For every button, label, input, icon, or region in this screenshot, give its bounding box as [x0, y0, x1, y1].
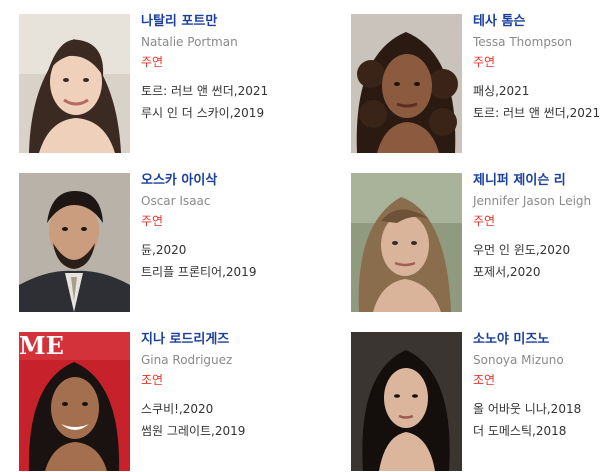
cast-card: ME 지나 로드리게즈 Gina Rodriguez 조연 스쿠비!,2020 … — [19, 332, 309, 472]
actor-photo-image — [351, 332, 462, 471]
actor-name-english: Oscar Isaac — [141, 194, 211, 208]
actor-name-english: Tessa Thompson — [473, 35, 573, 49]
actor-name-korean[interactable]: 지나 로드리게즈 — [141, 332, 229, 348]
actor-photo-image — [351, 173, 462, 312]
actor-photo[interactable] — [19, 173, 130, 312]
filmography-item[interactable]: 토르: 러브 앤 썬더,2021 — [141, 84, 268, 98]
actor-name-korean[interactable]: 나탈리 포트만 — [141, 14, 217, 30]
actor-role: 조연 — [141, 373, 164, 387]
filmography-item[interactable]: 트리플 프론티어,2019 — [141, 265, 256, 279]
actor-name-english: Gina Rodriguez — [141, 353, 233, 367]
actor-name-korean[interactable]: 테사 톰슨 — [473, 14, 525, 30]
filmography-item[interactable]: 토르: 러브 앤 썬더,2021 — [473, 106, 600, 120]
actor-photo[interactable] — [351, 173, 462, 312]
filmography-item[interactable]: 듄,2020 — [141, 243, 186, 257]
actor-name-korean[interactable]: 제니퍼 제이슨 리 — [473, 173, 566, 189]
actor-name-english: Jennifer Jason Leigh — [473, 194, 592, 208]
actor-name-english: Natalie Portman — [141, 35, 238, 49]
actor-role: 주연 — [141, 214, 164, 228]
cast-card: 오스카 아이삭 Oscar Isaac 주연 듄,2020 트리플 프론티어,2… — [19, 173, 309, 313]
actor-photo-image: ME — [19, 332, 130, 471]
actor-photo[interactable]: ME — [19, 332, 130, 471]
actor-name-korean[interactable]: 소노야 미즈노 — [473, 332, 549, 348]
actor-photo-image — [351, 14, 462, 153]
cast-card: 나탈리 포트만 Natalie Portman 주연 토르: 러브 앤 썬더,2… — [19, 14, 309, 154]
actor-role: 주연 — [141, 55, 164, 69]
actor-photo[interactable] — [351, 332, 462, 471]
cast-card: 소노야 미즈노 Sonoya Mizuno 조연 올 어바웃 니나,2018 더… — [351, 332, 603, 472]
cast-card: 테사 톰슨 Tessa Thompson 주연 패싱,2021 토르: 러브 앤… — [351, 14, 603, 154]
filmography-item[interactable]: 루시 인 더 스카이,2019 — [141, 106, 264, 120]
filmography-item[interactable]: 더 도메스틱,2018 — [473, 424, 566, 438]
magazine-logo-text: ME — [19, 332, 64, 360]
actor-name-english: Sonoya Mizuno — [473, 353, 564, 367]
filmography-item[interactable]: 썸원 그레이트,2019 — [141, 424, 245, 438]
actor-photo[interactable] — [19, 14, 130, 153]
actor-photo[interactable] — [351, 14, 462, 153]
filmography-item[interactable]: 스쿠비!,2020 — [141, 402, 213, 416]
actor-photo-image — [19, 173, 130, 312]
filmography-item[interactable]: 포제서,2020 — [473, 265, 540, 279]
cast-card: 제니퍼 제이슨 리 Jennifer Jason Leigh 주연 우먼 인 윈… — [351, 173, 603, 313]
cast-grid: 나탈리 포트만 Natalie Portman 주연 토르: 러브 앤 썬더,2… — [0, 0, 603, 471]
actor-role: 주연 — [473, 55, 496, 69]
actor-photo-image — [19, 14, 130, 153]
actor-role: 주연 — [473, 214, 496, 228]
actor-role: 조연 — [473, 373, 496, 387]
filmography-item[interactable]: 우먼 인 윈도,2020 — [473, 243, 570, 257]
filmography-item[interactable]: 패싱,2021 — [473, 84, 529, 98]
filmography-item[interactable]: 올 어바웃 니나,2018 — [473, 402, 581, 416]
actor-name-korean[interactable]: 오스카 아이삭 — [141, 173, 217, 189]
